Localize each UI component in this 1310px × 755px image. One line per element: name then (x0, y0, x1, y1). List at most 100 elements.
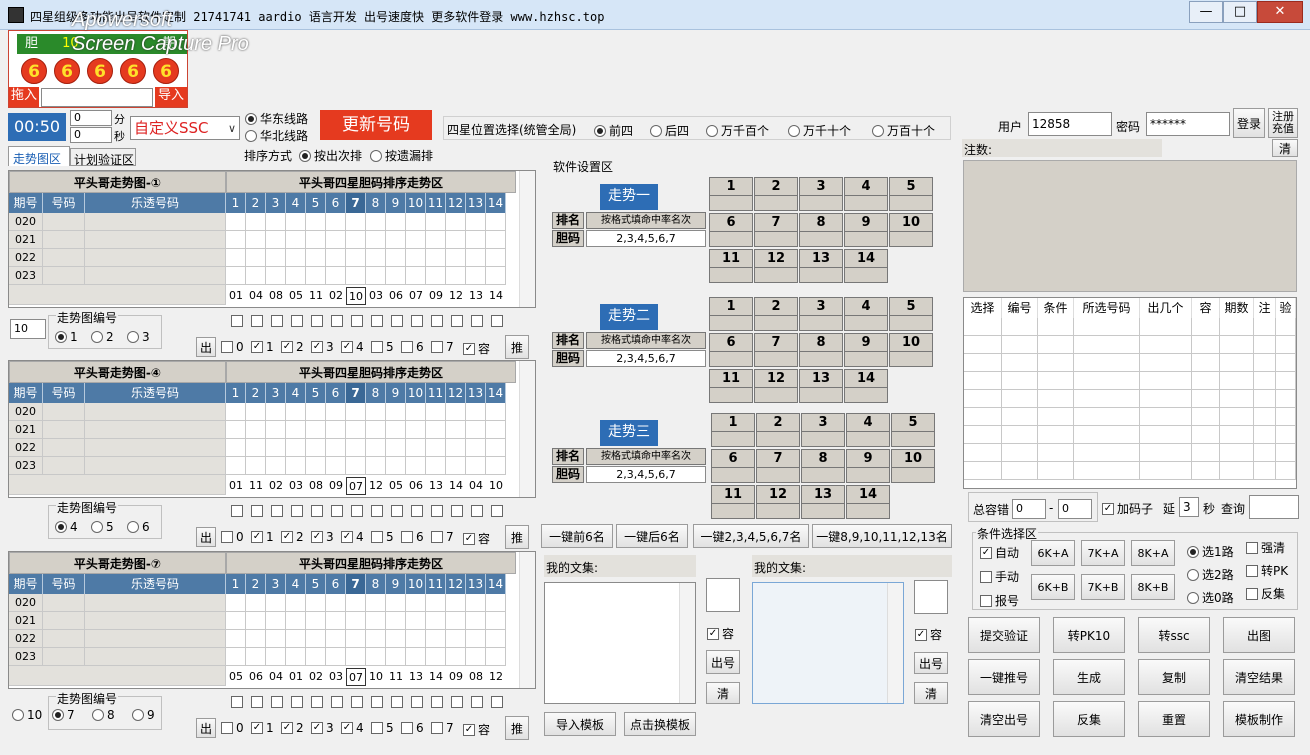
action-button[interactable]: 清空结果 (1223, 659, 1295, 695)
sort-by-omit-radio[interactable]: 按遗漏排 (370, 147, 433, 164)
number-select-box[interactable]: 4 (844, 177, 888, 211)
select-checkbox[interactable] (331, 315, 343, 327)
select-checkbox[interactable] (371, 315, 383, 327)
select-checkbox[interactable] (451, 505, 463, 517)
import-button[interactable]: 导入 (155, 87, 187, 107)
out-number-button-1[interactable]: 出号 (706, 650, 740, 674)
login-button[interactable]: 登录 (1233, 108, 1265, 138)
radio-circle[interactable] (52, 709, 64, 721)
radio-circle[interactable] (1187, 592, 1199, 604)
road-radio[interactable]: 选0路 (1187, 589, 1234, 606)
select-checkbox[interactable] (351, 505, 363, 517)
select-checkbox[interactable] (451, 315, 463, 327)
out-option-checkbox[interactable]: 4 (341, 340, 364, 354)
select-checkbox[interactable] (431, 696, 443, 708)
update-numbers-button[interactable]: 更新号码 (320, 110, 432, 140)
number-select-box[interactable]: 12 (754, 369, 798, 403)
close-button[interactable]: ✕ (1257, 1, 1303, 23)
radio-circle[interactable] (594, 125, 606, 137)
query-input[interactable] (1249, 495, 1299, 519)
dan-input[interactable]: 2,3,4,5,6,7 (586, 350, 706, 367)
number-select-box[interactable]: 6 (711, 449, 755, 483)
delay-input[interactable]: 3 (1179, 497, 1199, 517)
register-button[interactable]: 注册 充值 (1268, 108, 1298, 138)
number-select-box[interactable]: 3 (799, 177, 843, 211)
checkbox-box[interactable] (371, 531, 383, 543)
push-button[interactable]: 推 (505, 525, 529, 549)
select-checkbox[interactable] (391, 696, 403, 708)
tab-trend[interactable]: 走势图区 (8, 146, 70, 166)
k-button[interactable]: 6K+A (1031, 540, 1075, 566)
condition-option-checkbox[interactable]: 强清 (1246, 539, 1285, 556)
chart-number-radio[interactable]: 1 (55, 330, 78, 344)
select-checkbox[interactable] (291, 505, 303, 517)
checkbox-box[interactable] (401, 722, 413, 734)
number-select-box[interactable]: 3 (799, 297, 843, 331)
position-radio[interactable]: 万千百个 (706, 122, 769, 139)
select-checkbox[interactable] (491, 696, 503, 708)
push-button[interactable]: 推 (505, 716, 529, 740)
number-select-box[interactable]: 2 (754, 177, 798, 211)
dan-input[interactable]: 2,3,4,5,6,7 (586, 466, 706, 483)
collection-2-scrollbar[interactable] (887, 583, 903, 703)
select-checkbox[interactable] (251, 696, 263, 708)
out-option-checkbox[interactable]: 0 (221, 340, 244, 354)
radio-circle[interactable] (55, 521, 67, 533)
number-select-box[interactable]: 1 (709, 177, 753, 211)
chart-number-radio[interactable]: 7 (52, 708, 75, 722)
notes-clear-button[interactable]: 清 (1272, 139, 1298, 157)
out-option-checkbox[interactable]: 7 (431, 530, 454, 544)
collection-1-scrollbar[interactable] (679, 583, 695, 703)
radio-circle[interactable] (92, 709, 104, 721)
number-select-box[interactable]: 2 (754, 297, 798, 331)
select-checkbox[interactable] (471, 696, 483, 708)
rong-checkbox[interactable]: 容 (463, 530, 490, 547)
number-select-box[interactable]: 6 (709, 213, 753, 247)
number-select-box[interactable]: 9 (846, 449, 890, 483)
select-checkbox[interactable] (411, 505, 423, 517)
checkbox-box[interactable] (251, 722, 263, 734)
quick-select-button[interactable]: 一键8,9,10,11,12,13名 (812, 524, 952, 548)
lottery-select[interactable]: 自定义SSC ∨ (130, 116, 240, 140)
action-button[interactable]: 转PK10 (1053, 617, 1125, 653)
road-radio[interactable]: 选1路 (1187, 543, 1234, 560)
action-button[interactable]: 重置 (1138, 701, 1210, 737)
action-button[interactable]: 复制 (1138, 659, 1210, 695)
rong-checkbox[interactable]: 容 (463, 340, 490, 357)
out-option-checkbox[interactable]: 1 (251, 530, 274, 544)
checkbox-box[interactable] (463, 343, 475, 355)
action-button[interactable]: 模板制作 (1223, 701, 1295, 737)
out-option-checkbox[interactable]: 6 (401, 721, 424, 735)
checkbox-box[interactable] (311, 531, 323, 543)
select-checkbox[interactable] (411, 315, 423, 327)
select-checkbox[interactable] (471, 505, 483, 517)
number-select-box[interactable]: 14 (846, 485, 890, 519)
number-select-box[interactable]: 3 (801, 413, 845, 447)
number-select-box[interactable]: 11 (709, 369, 753, 403)
number-select-box[interactable]: 10 (889, 213, 933, 247)
chart-number-radio[interactable]: 4 (55, 520, 78, 534)
second-input[interactable]: 0 (70, 127, 112, 143)
number-select-box[interactable]: 8 (799, 213, 843, 247)
chart-number-radio[interactable]: 5 (91, 520, 114, 534)
select-checkbox[interactable] (251, 315, 263, 327)
number-select-box[interactable]: 14 (844, 249, 888, 283)
select-checkbox[interactable] (291, 315, 303, 327)
chart-number-radio[interactable]: 6 (127, 520, 150, 534)
select-checkbox[interactable] (431, 315, 443, 327)
checkbox-box[interactable] (221, 341, 233, 353)
chart-number-radio[interactable]: 10 (12, 708, 42, 722)
k-button[interactable]: 7K+B (1081, 574, 1125, 600)
number-select-box[interactable]: 5 (889, 177, 933, 211)
chart-scrollbar[interactable] (519, 552, 535, 688)
action-button[interactable]: 出图 (1223, 617, 1295, 653)
action-button[interactable]: 反集 (1053, 701, 1125, 737)
quick-select-button[interactable]: 一键后6名 (616, 524, 688, 548)
out-option-checkbox[interactable]: 2 (281, 721, 304, 735)
select-checkbox[interactable] (251, 505, 263, 517)
quick-select-button[interactable]: 一键前6名 (541, 524, 613, 548)
select-checkbox[interactable] (311, 505, 323, 517)
checkbox-box[interactable] (281, 722, 293, 734)
number-select-box[interactable]: 1 (711, 413, 755, 447)
chart-number-radio[interactable]: 9 (132, 708, 155, 722)
